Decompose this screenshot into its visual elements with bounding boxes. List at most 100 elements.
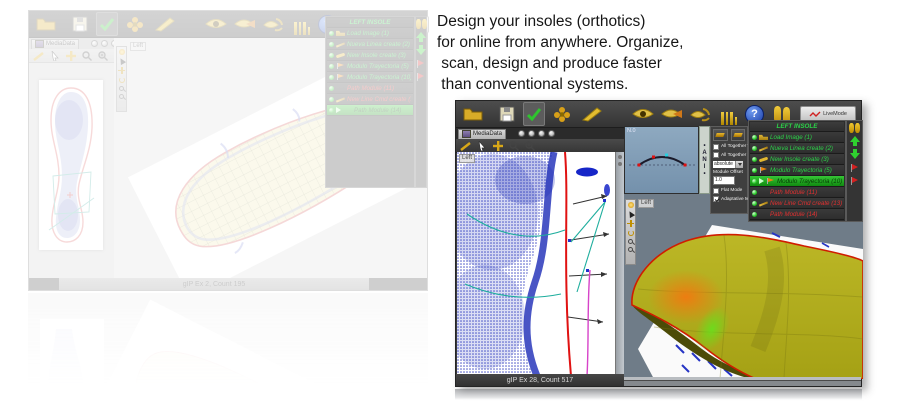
insole-steps-panel: LEFT INSOLE Load Image (1)Nueva Linea cr…: [748, 120, 846, 222]
nav-dot-button[interactable]: [538, 130, 545, 137]
nav-dot-button[interactable]: [518, 130, 525, 137]
3d-viewport[interactable]: [624, 197, 863, 379]
nav-dot-button[interactable]: [548, 130, 555, 137]
view-eye-wedge-icon[interactable]: [234, 13, 256, 35]
offset-input[interactable]: 1.0: [713, 176, 735, 185]
nav-dot-button[interactable]: [101, 40, 108, 47]
view-eye-icon[interactable]: [204, 13, 228, 35]
insole-list-item[interactable]: Modulo Trayectoria (5): [750, 165, 844, 176]
insole-list-item[interactable]: Path Module (11): [750, 187, 844, 198]
add-point-tool-icon[interactable]: [493, 141, 503, 151]
cursor-tool-icon[interactable]: [51, 51, 60, 61]
mode-dropdown[interactable]: absolute: [713, 161, 743, 168]
status-orb-icon: [752, 212, 757, 217]
move-down-button[interactable]: [850, 149, 860, 159]
scan-tool-row: [456, 139, 624, 153]
scan-viewport[interactable]: Left: [457, 152, 616, 374]
move-down-button[interactable]: [416, 45, 426, 55]
insole-pair-mini-icon[interactable]: [849, 123, 860, 133]
app-window-faded: ? LiveMode MediaData: [28, 10, 428, 291]
zoom-in-tool-icon[interactable]: [98, 51, 108, 61]
status-bar: gIP Ex 2, Count 195: [59, 278, 369, 290]
save-icon[interactable]: [499, 103, 515, 125]
insole-list-item-label: Modulo Trayectoria (5): [347, 63, 409, 70]
save-icon[interactable]: [72, 13, 88, 35]
insole-list-item[interactable]: Path Module (11): [327, 83, 413, 94]
insole-list-item[interactable]: Path Module (14): [327, 105, 413, 116]
insole-list-item[interactable]: New Insole create (3): [327, 50, 413, 61]
insole-list-header: LEFT INSOLE: [750, 122, 844, 132]
insole-list-item[interactable]: New Line Cmd create (13): [327, 94, 413, 105]
flag-marker-icon[interactable]: [850, 177, 860, 185]
rotate-tool-icon[interactable]: [628, 230, 634, 236]
insole-bars-icon[interactable]: [294, 13, 310, 35]
insole-pair-mini-icon[interactable]: [416, 19, 427, 29]
checkbox-box: [713, 188, 719, 194]
flag-marker-icon[interactable]: [416, 73, 426, 81]
insole-list-item[interactable]: Nueva Linea create (2): [327, 39, 413, 50]
nav-dot-button[interactable]: [91, 40, 98, 47]
open-folder-icon[interactable]: [463, 103, 483, 125]
nav-dot-button[interactable]: [528, 130, 535, 137]
insole-list-item[interactable]: Modulo Trayectoria (10): [327, 72, 413, 83]
flag-marker-icon[interactable]: [850, 164, 860, 172]
knife-tool-icon[interactable]: [154, 13, 176, 35]
confirm-check-icon[interactable]: [523, 102, 545, 126]
status-orb-icon: [752, 168, 757, 173]
confirm-check-icon[interactable]: [96, 12, 118, 36]
insole-bars-icon[interactable]: [721, 103, 737, 125]
pencil-tool-icon[interactable]: [33, 51, 45, 61]
flat-mode-checkbox[interactable]: Flat Mode: [713, 188, 745, 194]
view-eye-wedge-icon[interactable]: [661, 103, 683, 125]
view-eye-icon[interactable]: [631, 103, 655, 125]
move-up-button[interactable]: [850, 136, 860, 146]
insole-list-item[interactable]: New Insole create (3): [750, 154, 844, 165]
canvas-mini-toolbar: [625, 199, 636, 265]
adaptive-mode-checkbox[interactable]: Adaptative Mode: [713, 196, 745, 202]
zoom-out-tool-icon[interactable]: [82, 51, 92, 61]
vertical-scrollbar[interactable]: [615, 152, 624, 374]
zoom-tool-icon[interactable]: [628, 247, 633, 252]
section-strip[interactable]: •ANI•: [699, 126, 710, 194]
foot-scan-thumbnail[interactable]: [39, 80, 103, 250]
insole-list-item[interactable]: Modulo Trayectoria (5): [327, 61, 413, 72]
cursor-tool-icon[interactable]: [478, 141, 487, 151]
all-together-bottom-checkbox[interactable]: All Together Bott: [713, 152, 745, 158]
media-tab[interactable]: MediaData: [458, 129, 506, 139]
knife-tool-icon[interactable]: [581, 103, 603, 125]
zoom-in-tool-icon[interactable]: [525, 141, 535, 151]
media-tab[interactable]: MediaData: [31, 39, 79, 49]
view-rotate-icon[interactable]: [262, 13, 284, 35]
flag-marker-icon[interactable]: [416, 60, 426, 68]
zoom-out-tool-icon[interactable]: [509, 141, 519, 151]
view-rotate-icon[interactable]: [689, 103, 711, 125]
cross-section-panel[interactable]: N.0: [624, 126, 699, 194]
insole-list-item-label: New Line Cmd create (13): [770, 200, 842, 207]
insole-list-item[interactable]: Load Image (1): [750, 132, 844, 143]
insole-list-item[interactable]: Nueva Linea create (2): [750, 143, 844, 154]
add-point-tool-icon[interactable]: [66, 51, 76, 61]
zoom-tool-icon[interactable]: [628, 239, 633, 244]
add-point-tool-icon[interactable]: [627, 220, 634, 227]
insole-list-item[interactable]: Modulo Trayectoria (10): [750, 176, 844, 187]
media-tab-icon: [35, 40, 44, 48]
horizontal-scrollbar[interactable]: [624, 377, 861, 386]
insole-list-item[interactable]: Load Image (1): [327, 28, 413, 39]
module-tool-button[interactable]: [713, 129, 728, 141]
media-tab-label: MediaData: [46, 41, 75, 47]
module-tool-button[interactable]: [731, 129, 746, 141]
all-together-top-checkbox[interactable]: All Together Top: [713, 144, 745, 150]
cursor-tool-icon[interactable]: [626, 210, 634, 218]
caption-line: Design your insoles (orthotics): [437, 11, 683, 32]
pad-tool-icon[interactable]: [126, 13, 144, 35]
light-tool-icon[interactable]: [628, 202, 634, 208]
pencil-tool-icon[interactable]: [460, 141, 472, 151]
move-up-button[interactable]: [416, 32, 426, 42]
checkbox-label: Flat Mode: [721, 188, 742, 193]
chevron-down-icon[interactable]: [735, 161, 743, 168]
insole-list-item[interactable]: New Line Cmd create (13): [750, 198, 844, 209]
scan-tool-row: [29, 49, 114, 63]
open-folder-icon[interactable]: [36, 13, 56, 35]
pad-tool-icon[interactable]: [553, 103, 571, 125]
insole-list-item[interactable]: Path Module (14): [750, 209, 844, 220]
